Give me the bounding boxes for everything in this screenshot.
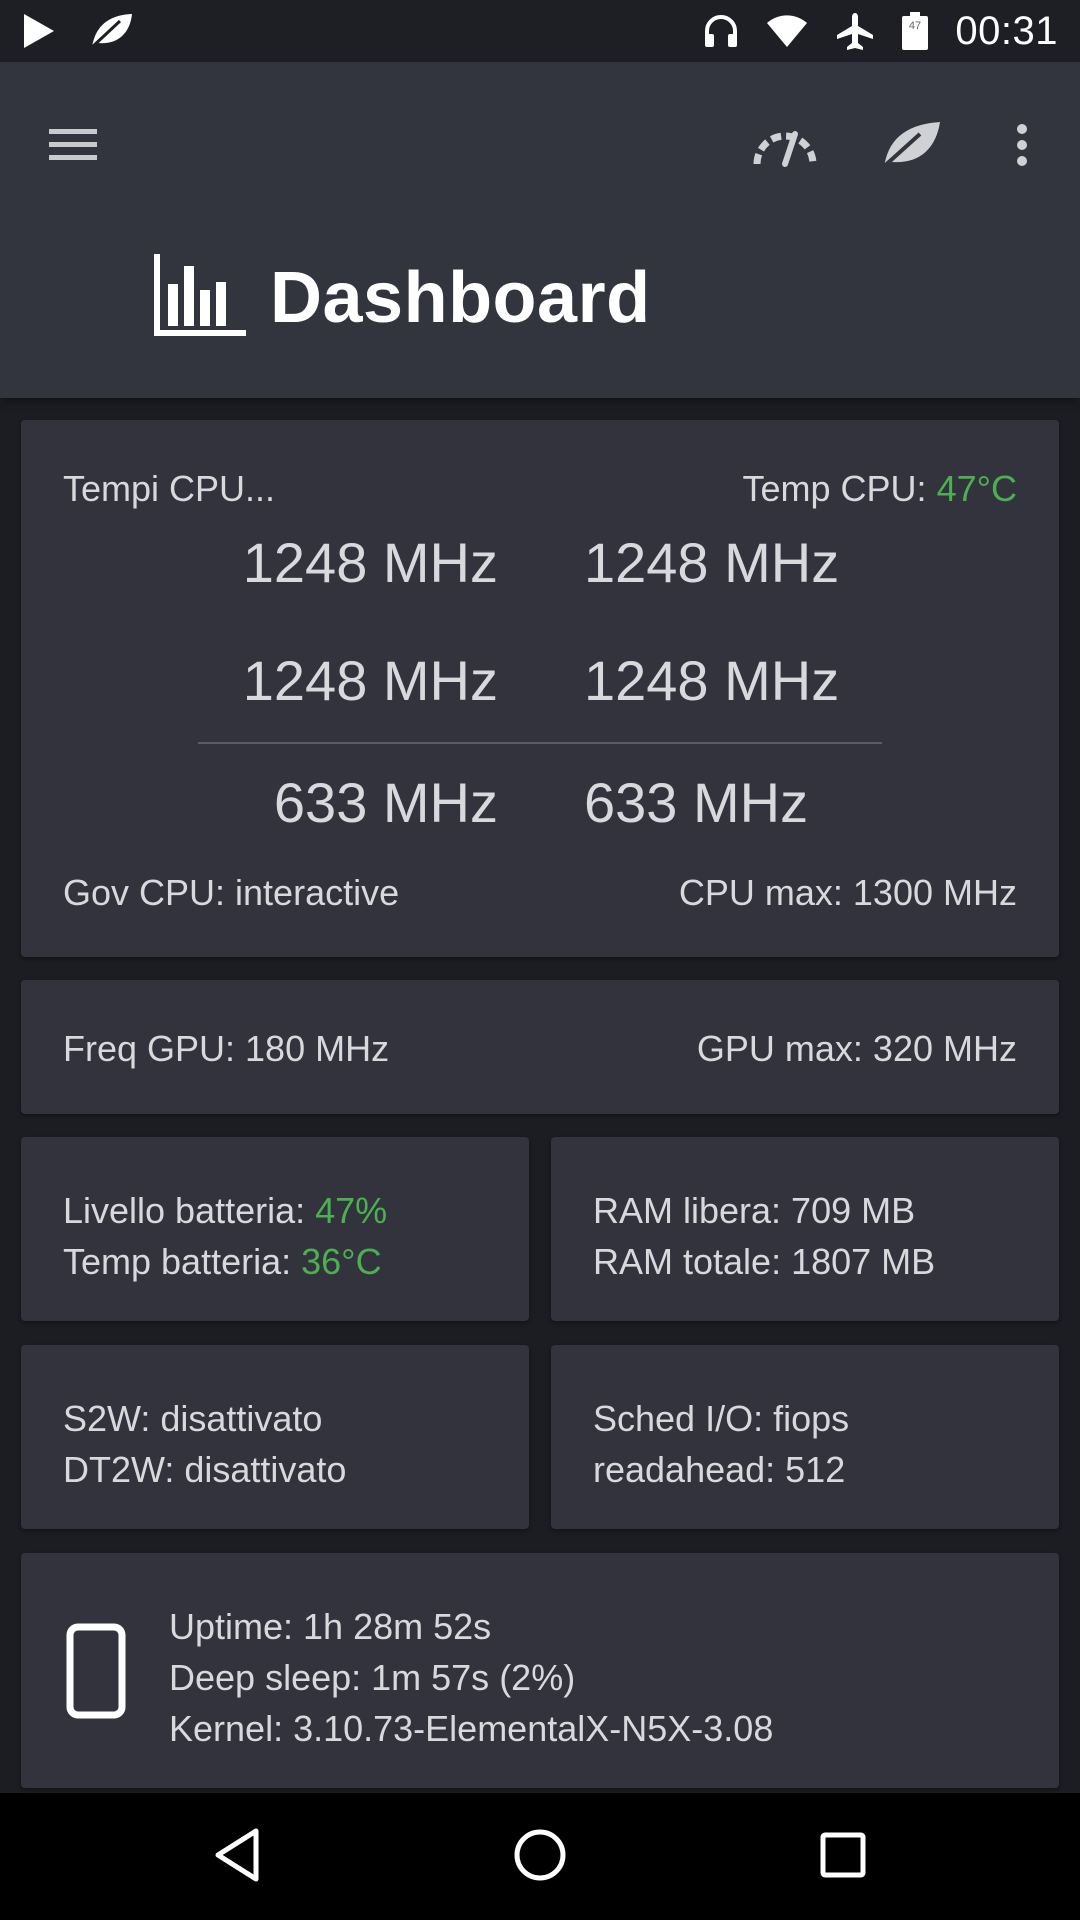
cpu-max-freq: CPU max: 1300 MHz [678, 872, 1017, 913]
cpu-core-freq: 1248 MHz [242, 649, 498, 712]
gpu-card[interactable]: Freq GPU: 180 MHz GPU max: 320 MHz [21, 980, 1059, 1114]
status-bar: 47 00:31 [0, 0, 1080, 62]
cpu-governor: Gov CPU: interactive [63, 872, 400, 913]
battery-icon: 47 [901, 11, 929, 51]
cpu-card[interactable]: Tempi CPU... Temp CPU: 47°C 1248 MHz 124… [21, 420, 1059, 957]
leaf-button[interactable] [872, 110, 946, 184]
headphones-icon [703, 13, 739, 49]
battery-temp: Temp batteria: 36°C [63, 1236, 387, 1287]
page-title: Dashboard [270, 257, 651, 338]
io-info: Sched I/O: fiops readahead: 512 [593, 1393, 849, 1495]
home-icon [512, 1827, 568, 1888]
cpu-temp-label: Temp CPU: [742, 468, 937, 509]
bar-chart-icon [152, 252, 248, 343]
battery-level-value: 47% [315, 1190, 388, 1231]
battery-card[interactable]: Livello batteria: 47% Temp batteria: 36°… [21, 1137, 529, 1321]
menu-icon [47, 125, 99, 170]
io-scheduler-card[interactable]: Sched I/O: fiops readahead: 512 [551, 1345, 1059, 1529]
leaf-icon [876, 118, 942, 177]
leaf-icon [86, 11, 134, 51]
uptime: Uptime: 1h 28m 52s [169, 1606, 492, 1647]
screen: 47 00:31 Dashboard Tempi CPU... Temp CPU… [0, 0, 1080, 1920]
battery-level: Livello batteria: 47% [63, 1185, 387, 1236]
ram-info: RAM libera: 709 MB RAM totale: 1807 MB [593, 1185, 935, 1287]
cpu-core-freq: 633 MHz [584, 771, 809, 834]
phone-icon [66, 1623, 126, 1724]
status-clock: 00:31 [955, 8, 1058, 53]
back-icon [212, 1827, 262, 1888]
battery-temp-label: Temp batteria: [63, 1241, 302, 1282]
ram-free: RAM libera: 709 MB [593, 1190, 916, 1231]
battery-level-text: 47 [909, 20, 921, 32]
battery-temp-value: 36°C [301, 1241, 382, 1282]
battery-level-label: Livello batteria: [63, 1190, 316, 1231]
s2w-status: S2W: disattivato [63, 1398, 323, 1439]
cpu-temp: Temp CPU: 47°C [743, 468, 1017, 510]
cpu-core-freq: 1248 MHz [242, 531, 498, 594]
cpu-core-freq: 633 MHz [273, 771, 498, 834]
home-button[interactable] [500, 1821, 580, 1893]
airplane-icon [835, 11, 875, 51]
gestures-info: S2W: disattivato DT2W: disattivato [63, 1393, 346, 1495]
recents-button[interactable] [803, 1821, 883, 1893]
system-info: Uptime: 1h 28m 52s Deep sleep: 1m 57s (2… [169, 1601, 773, 1754]
more-vert-icon [1015, 123, 1029, 172]
cpu-core-freq: 1248 MHz [584, 649, 840, 712]
gpu-max-freq: GPU max: 320 MHz [696, 1028, 1017, 1069]
system-info-card[interactable]: Uptime: 1h 28m 52s Deep sleep: 1m 57s (2… [21, 1553, 1059, 1788]
cpu-core-freq: 1248 MHz [584, 531, 840, 594]
play-icon [22, 13, 56, 49]
gestures-card[interactable]: S2W: disattivato DT2W: disattivato [21, 1345, 529, 1529]
speedometer-button[interactable] [748, 110, 822, 184]
deep-sleep: Deep sleep: 1m 57s (2%) [169, 1657, 576, 1698]
cpu-times-label[interactable]: Tempi CPU... [63, 468, 275, 510]
gpu-freq: Freq GPU: 180 MHz [63, 1028, 390, 1069]
kernel-version: Kernel: 3.10.73-ElementalX-N5X-3.08 [169, 1708, 774, 1749]
speedometer-icon [751, 122, 819, 173]
menu-button[interactable] [38, 112, 108, 182]
battery-info: Livello batteria: 47% Temp batteria: 36°… [63, 1185, 387, 1287]
ram-card[interactable]: RAM libera: 709 MB RAM totale: 1807 MB [551, 1137, 1059, 1321]
back-button[interactable] [197, 1821, 277, 1893]
cpu-cluster-divider [198, 742, 882, 744]
io-scheduler: Sched I/O: fiops [593, 1398, 850, 1439]
page-title-row: Dashboard [152, 252, 651, 343]
ram-total: RAM totale: 1807 MB [593, 1241, 936, 1282]
wifi-icon [765, 13, 809, 49]
cpu-temp-value: 47°C [936, 468, 1017, 509]
overflow-menu-button[interactable] [1000, 110, 1044, 184]
app-bar: Dashboard [0, 62, 1080, 398]
navigation-bar [0, 1793, 1080, 1920]
recents-icon [818, 1830, 868, 1885]
io-readahead: readahead: 512 [593, 1449, 846, 1490]
dt2w-status: DT2W: disattivato [63, 1449, 347, 1490]
